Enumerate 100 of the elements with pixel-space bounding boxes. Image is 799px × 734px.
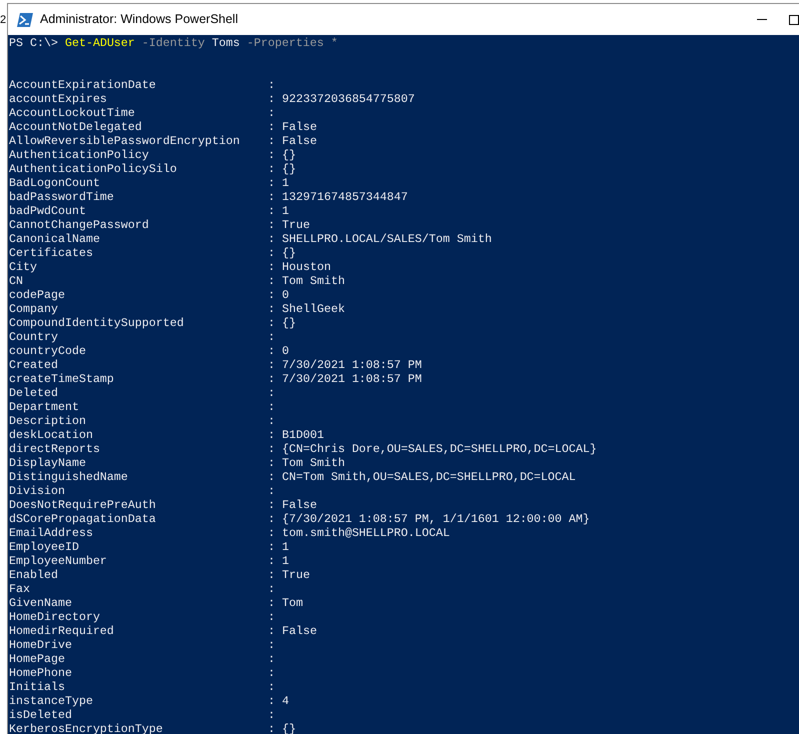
property-value: : Tom Smith (268, 274, 345, 288)
property-name: Company (9, 302, 59, 316)
property-name: CompoundIdentitySupported (9, 316, 185, 330)
property-name: EmployeeNumber (9, 554, 108, 568)
property-value: : tom.smith@SHELLPRO.LOCAL (268, 526, 450, 540)
property-name: Created (9, 358, 59, 372)
prompt-token: PS C:\> (9, 36, 58, 50)
property-name: GivenName (9, 596, 73, 610)
property-value: : CN=Tom Smith,OU=SALES,DC=SHELLPRO,DC=LOCAL (268, 470, 576, 484)
property-name: CN (9, 274, 24, 288)
property-value: : (268, 330, 275, 344)
maximize-icon (789, 14, 799, 24)
property-name: BadLogonCount (9, 176, 101, 190)
prompt-token: -Identity (142, 36, 205, 50)
property-name: deskLocation (9, 428, 94, 442)
property-value: : 9223372036854775807 (268, 92, 415, 106)
property-value: : True (268, 568, 310, 582)
property-value: : (268, 400, 275, 414)
property-name: AuthenticationPolicy (9, 148, 150, 162)
property-name: HomePage (9, 652, 66, 666)
property-value: : (268, 610, 275, 624)
property-value: : (268, 484, 275, 498)
property-value: : 0 (268, 288, 289, 302)
property-value: : {7/30/2021 1:08:57 PM, 1/1/1601 12:00:00 AM} (268, 512, 590, 526)
property-value: : 132971674857344847 (268, 190, 408, 204)
property-value: : (268, 652, 275, 666)
property-value: : (268, 78, 275, 92)
property-name: HomeDirectory (9, 610, 101, 624)
property-value: : False (268, 498, 317, 512)
property-value: : 0 (268, 344, 289, 358)
property-name: City (9, 260, 38, 274)
property-value: : 1 (268, 554, 289, 568)
property-value: : 1 (268, 540, 289, 554)
property-value: : (268, 106, 275, 120)
property-name: directReports (9, 442, 101, 456)
property-name: countryCode (9, 344, 87, 358)
property-value: : {} (268, 162, 296, 176)
property-name: Fax (9, 582, 31, 596)
property-name: badPwdCount (9, 204, 87, 218)
minimize-icon (757, 19, 767, 20)
property-name: EmployeeID (9, 540, 80, 554)
property-name: AccountNotDelegated (9, 120, 143, 134)
property-value: : False (268, 134, 317, 148)
property-name: badPasswordTime (9, 190, 115, 204)
background-window-text: 2 (0, 14, 6, 27)
property-value: : ShellGeek (268, 302, 345, 316)
property-name: Certificates (9, 246, 94, 260)
property-name: AuthenticationPolicySilo (9, 162, 178, 176)
property-name: Enabled (9, 568, 59, 582)
property-name: Deleted (9, 386, 59, 400)
property-name: DistinguishedName (9, 470, 129, 484)
property-name: HomePhone (9, 666, 73, 680)
property-name: CannotChangePassword (9, 218, 150, 232)
property-value: : SHELLPRO.LOCAL/SALES/Tom Smith (268, 232, 492, 246)
property-value: : Tom (268, 596, 303, 610)
property-value: : (268, 414, 275, 428)
property-name: EmailAddress (9, 526, 94, 540)
property-value: : 7/30/2021 1:08:57 PM (268, 358, 422, 372)
property-name: dSCorePropagationData (9, 512, 157, 526)
prompt-token: * (330, 36, 338, 50)
prompt-token: Get-ADUser (64, 36, 135, 50)
property-value: : {} (268, 246, 296, 260)
property-name: DisplayName (9, 456, 87, 470)
prompt-token: -Properties (246, 36, 324, 50)
property-name: instanceType (9, 694, 94, 708)
property-name: codePage (9, 288, 66, 302)
property-value: : (268, 386, 275, 400)
property-value: : (268, 582, 275, 596)
property-name: createTimeStamp (9, 372, 115, 386)
property-name: Department (9, 400, 80, 414)
prompt-token: Toms (212, 36, 240, 50)
property-name: Country (9, 330, 59, 344)
property-value: : 1 (268, 204, 289, 218)
property-name: AccountLockoutTime (9, 106, 136, 120)
property-value: : 1 (268, 176, 289, 190)
property-name: HomedirRequired (9, 624, 115, 638)
property-value: : B1D001 (268, 428, 324, 442)
property-name: AccountExpirationDate (9, 78, 157, 92)
property-value: : Tom Smith (268, 456, 345, 470)
property-value: : (268, 680, 275, 694)
property-value: : 4 (268, 694, 289, 708)
property-value: : (268, 708, 275, 722)
property-name: accountExpires (9, 92, 108, 106)
powershell-icon (17, 12, 33, 26)
property-value: : {} (268, 148, 296, 162)
property-name: Initials (9, 680, 66, 694)
property-value: : 7/30/2021 1:08:57 PM (268, 372, 422, 386)
property-name: Division (9, 484, 66, 498)
property-value: : {CN=Chris Dore,OU=SALES,DC=SHELLPRO,DC=LOCAL} (268, 442, 597, 456)
property-name: AllowReversiblePasswordEncryption (9, 134, 241, 148)
property-name: HomeDrive (9, 638, 73, 652)
property-value: : False (268, 624, 317, 638)
property-name: Description (9, 414, 87, 428)
property-value: : False (268, 120, 317, 134)
window-title: Administrator: Windows PowerShell (40, 11, 238, 28)
property-value: : (268, 666, 275, 680)
property-value: : {} (268, 316, 296, 330)
property-name: DoesNotRequirePreAuth (9, 498, 157, 512)
property-value: : True (268, 218, 310, 232)
property-value: : Houston (268, 260, 331, 274)
